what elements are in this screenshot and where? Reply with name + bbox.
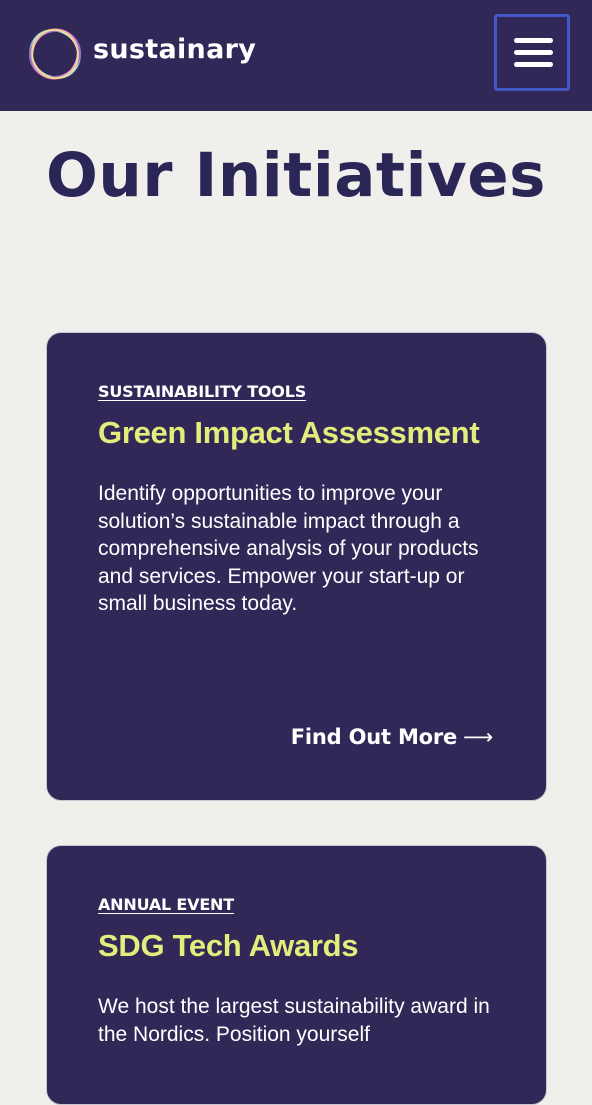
initiative-card-green-impact: SUSTAINABILITY TOOLS Green Impact Assess… (46, 332, 547, 801)
card-title: Green Impact Assessment (98, 415, 480, 450)
card-category-link[interactable]: SUSTAINABILITY TOOLS (98, 381, 306, 403)
long-arrow-right-icon: ⟶ (463, 725, 493, 749)
initiative-card-sdg-tech-awards: ANNUAL EVENT SDG Tech Awards We host the… (46, 845, 547, 1105)
hamburger-menu-button[interactable] (494, 14, 570, 91)
card-description: We host the largest sustainability award… (98, 995, 490, 1046)
site-header: sustainary (0, 0, 592, 111)
card-title: SDG Tech Awards (98, 928, 359, 963)
page-title: Our Initiatives (46, 140, 546, 211)
card-category-link[interactable]: ANNUAL EVENT (98, 894, 234, 916)
sustainary-logo-icon[interactable] (26, 25, 84, 83)
find-out-more-link[interactable]: Find Out More ⟶ (291, 722, 493, 752)
brand-name[interactable]: sustainary (93, 28, 256, 72)
find-out-more-label: Find Out More (290, 725, 458, 749)
card-description: Identify opportunities to improve your s… (98, 482, 479, 615)
hamburger-menu-icon-bar (514, 62, 553, 67)
hamburger-menu-icon-bar (514, 50, 553, 55)
hamburger-menu-icon (514, 38, 553, 43)
